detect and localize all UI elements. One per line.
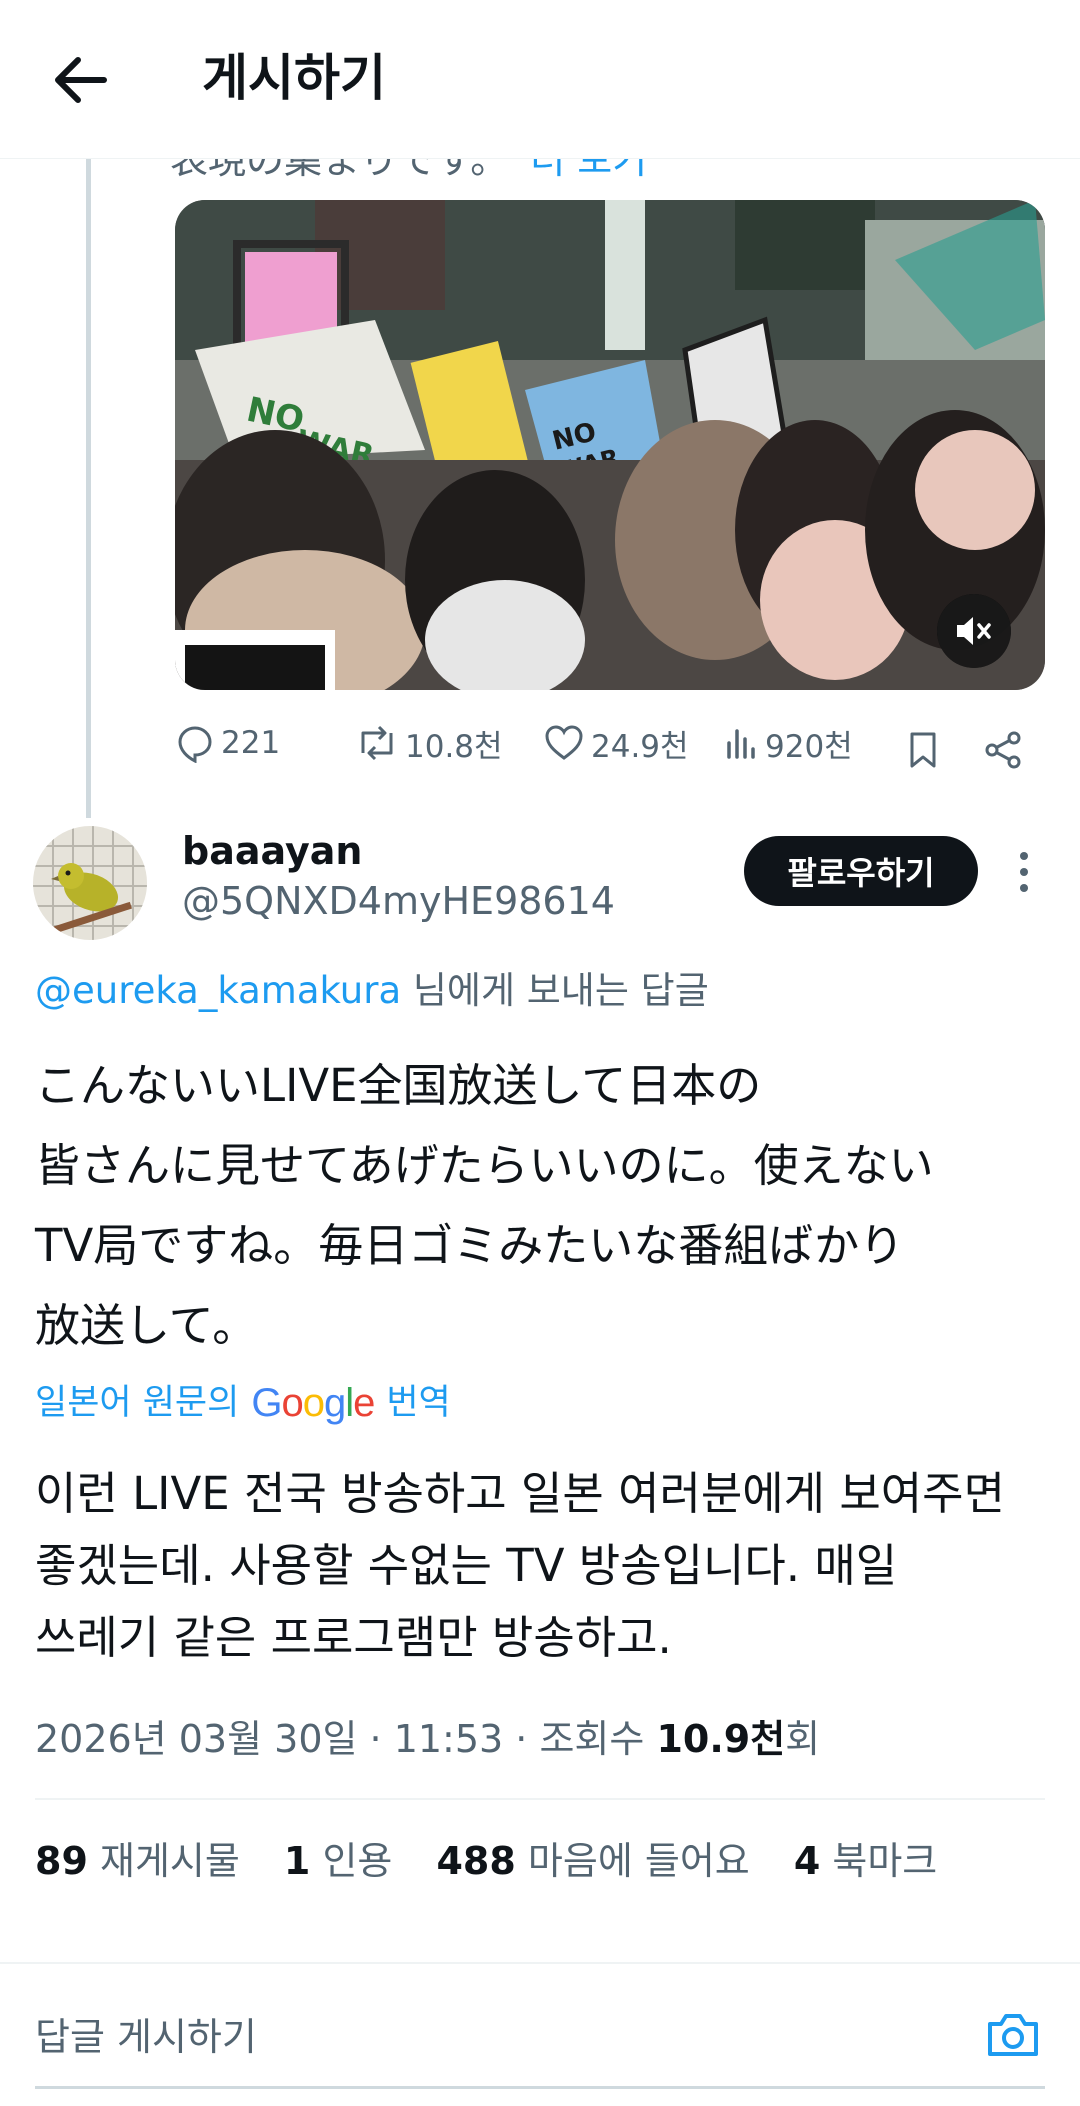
views-value: 10.9천 <box>656 1717 786 1761</box>
translation-attribution[interactable]: 일본어 원문의 Google 번역 <box>35 1378 451 1428</box>
views-count: 920천 <box>765 728 853 765</box>
likes-stat[interactable]: 488 마음에 들어요 <box>436 1839 749 1883</box>
text-line: 皆さんに見せてあげたらいいのに。使えない <box>35 1139 934 1192</box>
engagement-bar: 221 10.8천 24.9천 920천 <box>175 716 1045 770</box>
author-name[interactable]: baaayan <box>182 826 362 876</box>
follow-button[interactable]: 팔로우하기 <box>744 836 978 906</box>
views-label: 조회수 <box>539 1717 645 1761</box>
views-unit: 회 <box>785 1717 821 1761</box>
repost-count: 10.8천 <box>405 728 503 765</box>
repost-icon <box>361 725 393 761</box>
text-line: こんないいLIVE全国放送して日本の <box>35 1059 762 1112</box>
text-line: 放送して。 <box>35 1299 258 1352</box>
google-logo: Google <box>251 1381 375 1425</box>
arrow-left-icon[interactable] <box>50 52 110 108</box>
avatar[interactable] <box>33 826 147 940</box>
quotes-stat[interactable]: 1 인용 <box>284 1839 392 1883</box>
tweet-meta: 2026년 03월 30일 · 11:53 · 조회수 10.9천회 <box>35 1717 821 1761</box>
thread-line <box>86 158 91 818</box>
reply-action[interactable]: 221 <box>175 716 280 770</box>
divider <box>0 1962 1080 1964</box>
bookmarks-stat[interactable]: 4 북마크 <box>794 1839 937 1883</box>
like-count: 24.9천 <box>591 728 689 765</box>
top-bar: 게시하기 <box>0 0 1080 159</box>
views-action[interactable]: 920천 <box>723 716 853 770</box>
share-icon[interactable] <box>983 723 1023 777</box>
post-time[interactable]: 11:53 <box>394 1717 504 1761</box>
bookmark-icon[interactable] <box>905 723 941 777</box>
text-line: TV局ですね。毎日ゴミみたいな番組ばかり <box>35 1219 905 1272</box>
tweet-original-text: こんないいLIVE全国放送して日本の 皆さんに見せてあげたらいいのに。使えない … <box>35 1046 1045 1366</box>
like-action[interactable]: 24.9천 <box>543 716 689 770</box>
input-underline <box>35 2086 1045 2089</box>
text-line: 쓰레기 같은 프로그램만 방송하고. <box>35 1611 672 1664</box>
reposts-stat[interactable]: 89 재게시물 <box>35 1839 240 1883</box>
post-date[interactable]: 2026년 03월 30일 <box>35 1717 357 1761</box>
reply-input[interactable]: 답글 게시하기 <box>35 2012 257 2062</box>
text-line: 이런 LIVE 전국 방송하고 일본 여러분에게 보여주면 <box>35 1467 1005 1520</box>
mention-link[interactable]: @eureka_kamakura <box>35 969 401 1012</box>
replying-to-suffix: 님에게 보내는 답글 <box>401 969 709 1012</box>
divider <box>35 1798 1045 1800</box>
views-chart-icon <box>727 729 755 759</box>
translation-prefix: 일본어 원문의 <box>35 1383 240 1423</box>
tweet-translated-text: 이런 LIVE 전국 방송하고 일본 여러분에게 보여주면 좋겠는데. 사용할 … <box>35 1458 1065 1674</box>
text-line: 좋겠는데. 사용할 수없는 TV 방송입니다. 매일 <box>35 1539 898 1592</box>
tweet-stats: 89 재게시물 1 인용 488 마음에 들어요 4 북마크 <box>35 1836 969 1886</box>
camera-icon[interactable] <box>984 2008 1042 2062</box>
replying-to: @eureka_kamakura 님에게 보내는 답글 <box>35 966 709 1016</box>
mute-icon[interactable] <box>937 594 1011 668</box>
repost-action[interactable]: 10.8천 <box>355 716 503 770</box>
reply-icon <box>178 726 212 763</box>
translation-suffix: 번역 <box>386 1383 451 1423</box>
video-player[interactable]: NO WAR NO WAR <box>175 200 1045 690</box>
page-title: 게시하기 <box>202 49 386 107</box>
author-handle[interactable]: @5QNXD4myHE98614 <box>182 876 615 926</box>
video-frame-image: NO WAR NO WAR <box>175 200 1045 690</box>
avatar-bird-image <box>33 826 147 940</box>
heart-icon <box>545 725 583 760</box>
reply-count: 221 <box>221 725 281 761</box>
more-options-icon[interactable] <box>1012 842 1036 902</box>
